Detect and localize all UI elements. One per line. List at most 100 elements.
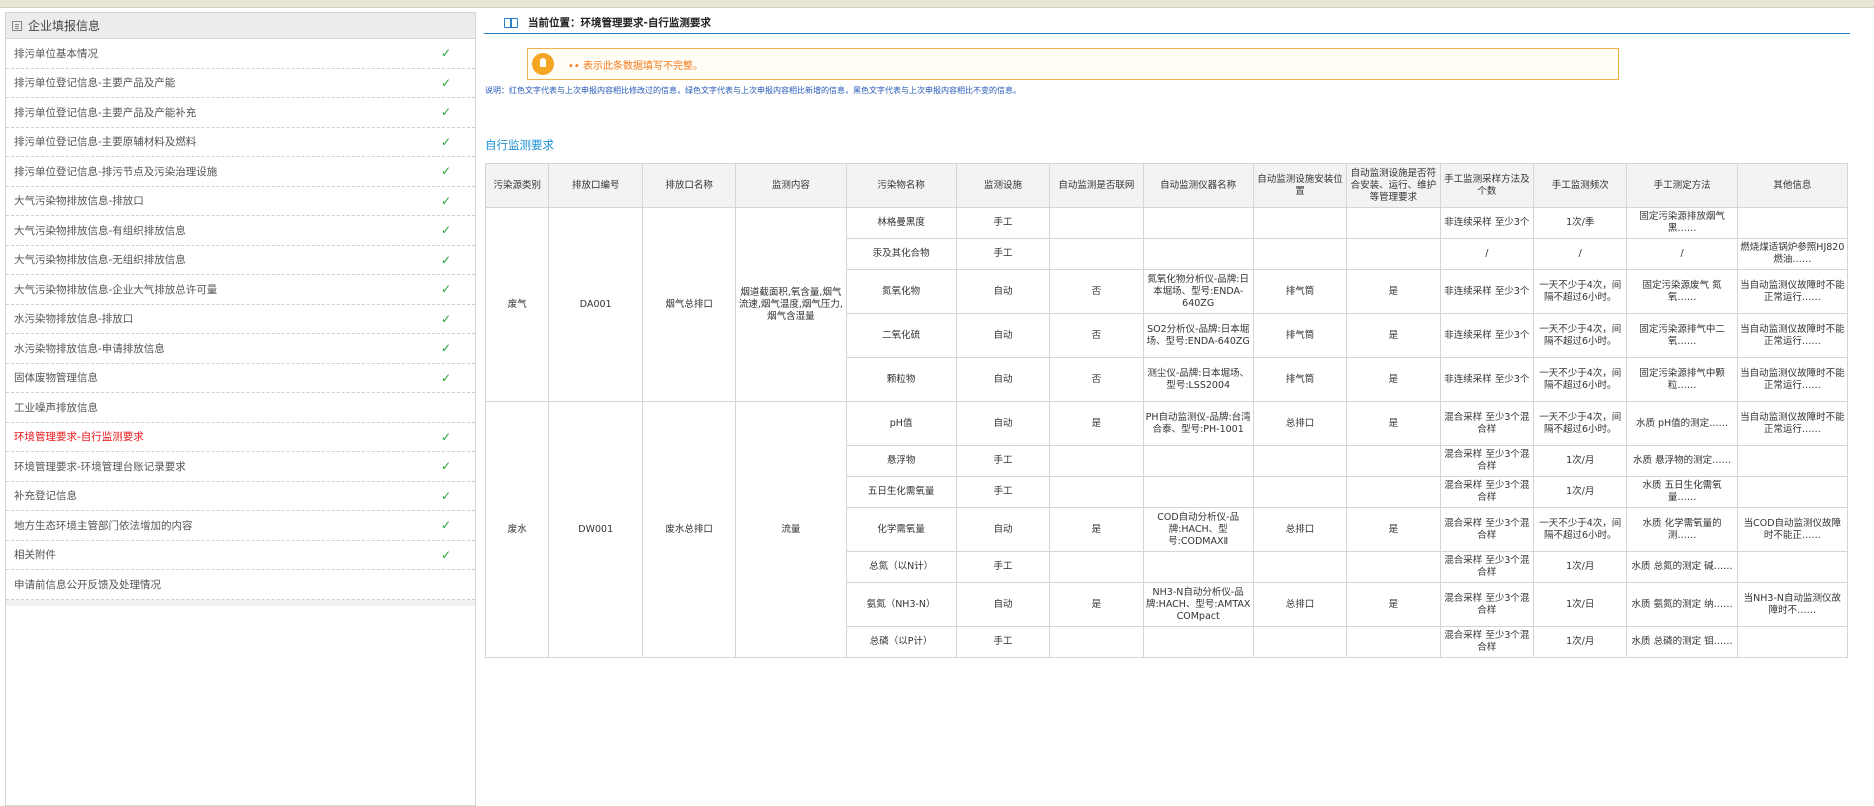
- table-cell: 手工: [955, 238, 1051, 270]
- table-cell: 水质 悬浮物的测定……: [1626, 445, 1738, 477]
- sidebar-item[interactable]: 地方生态环境主管部门依法增加的内容 ✓: [6, 511, 475, 541]
- sidebar-item[interactable]: 工业噪声排放信息: [6, 393, 475, 423]
- sidebar-item-label: 申请前信息公开反馈及处理情况: [14, 578, 161, 591]
- sidebar-item[interactable]: 排污单位登记信息-主要产品及产能 ✓: [6, 69, 475, 98]
- sidebar-item-label: 大气污染物排放信息-排放口: [14, 195, 144, 208]
- column-header: 监测内容: [735, 163, 847, 208]
- sidebar-item[interactable]: 水污染物排放信息-排放口 ✓: [6, 305, 475, 334]
- book-icon: [504, 17, 518, 28]
- sidebar-item-label: 排污单位登记信息-主要产品及产能补充: [14, 106, 197, 119]
- table-cell: 自动: [955, 401, 1051, 446]
- table-cell: [1346, 476, 1441, 508]
- group-outlet-name: 烟气总排口: [641, 207, 737, 402]
- check-icon: ✓: [440, 134, 451, 149]
- table-cell: 是: [1049, 507, 1144, 552]
- column-header: 其他信息: [1736, 163, 1849, 208]
- table-cell: 当自动监测仪故障时不能正常运行……: [1736, 269, 1849, 314]
- table-cell: 林格曼黑度: [845, 207, 957, 239]
- table-cell: [1736, 207, 1849, 239]
- sidebar-item-label: 水污染物排放信息-申请排放信息: [14, 342, 165, 355]
- table-cell: 固定污染源废气 氮氧……: [1626, 269, 1738, 314]
- table-cell: /: [1439, 238, 1535, 270]
- sidebar-item[interactable]: 大气污染物排放信息-企业大气排放总许可量 ✓: [6, 275, 475, 305]
- sidebar-item[interactable]: 大气污染物排放信息-排放口 ✓: [6, 187, 475, 216]
- table-cell: 非连续采样 至少3个: [1439, 357, 1535, 402]
- sidebar-item[interactable]: 环境管理要求-环境管理台账记录要求 ✓: [6, 452, 475, 482]
- table-cell: 手工: [955, 476, 1051, 508]
- check-icon: ✓: [440, 311, 451, 326]
- table-cell: 混合采样 至少3个混合样: [1439, 445, 1535, 477]
- table-cell: 是: [1346, 313, 1441, 358]
- sidebar-item[interactable]: 大气污染物排放信息-无组织排放信息 ✓: [6, 246, 475, 275]
- table-cell: 总排口: [1252, 582, 1348, 627]
- check-icon: ✓: [440, 46, 451, 61]
- sidebar-item[interactable]: 环境管理要求-自行监测要求 ✓: [6, 423, 475, 452]
- check-icon: ✓: [440, 547, 451, 562]
- column-header: 手工监测频次: [1533, 163, 1628, 208]
- column-header: 排放口名称: [641, 163, 737, 208]
- sidebar-item-label: 地方生态环境主管部门依法增加的内容: [14, 519, 193, 532]
- monitoring-table: 污染源类别 排放口编号 排放口名称 监测内容 污染物名称 监测设施 自动监测是否联网 自动监测…: [484, 163, 1849, 658]
- table-cell: 排气筒: [1252, 313, 1348, 358]
- table-cell: 氨氮（NH3-N）: [845, 582, 957, 627]
- table-cell: 水质 pH值的测定……: [1626, 401, 1738, 446]
- check-icon: ✓: [440, 518, 451, 533]
- sidebar-item-label: 大气污染物排放信息-无组织排放信息: [14, 254, 186, 267]
- table-cell: 一天不少于4次，间隔不超过6小时。: [1533, 313, 1628, 358]
- sidebar-item[interactable]: 水污染物排放信息-申请排放信息 ✓: [6, 334, 475, 364]
- column-header: 自动监测设施安装位置: [1252, 163, 1348, 208]
- sidebar-item[interactable]: 申请前信息公开反馈及处理情况: [6, 570, 475, 600]
- table-cell: 自动: [955, 582, 1051, 627]
- section-title: 自行监测要求: [485, 138, 554, 152]
- check-icon: ✓: [440, 252, 451, 267]
- group-outlet-code: DA001: [548, 207, 643, 402]
- table-cell: 当COD自动监测仪故障时不能正……: [1736, 507, 1849, 552]
- group-category: 废水: [484, 401, 550, 658]
- sidebar-item[interactable]: 排污单位登记信息-主要原辅材料及燃料 ✓: [6, 128, 475, 157]
- table-cell: [1049, 207, 1144, 239]
- column-header: 手工测定方法: [1626, 163, 1738, 208]
- column-header: 监测设施: [955, 163, 1051, 208]
- table-cell: 当自动监测仪故障时不能正常运行……: [1736, 401, 1849, 446]
- check-icon: ✓: [440, 75, 451, 90]
- table-cell: [1252, 551, 1348, 583]
- table-cell: 否: [1049, 357, 1144, 402]
- table-cell: 固定污染源排气中颗粒……: [1626, 357, 1738, 402]
- sidebar-item-label: 环境管理要求-环境管理台账记录要求: [14, 460, 186, 473]
- sidebar-item[interactable]: 大气污染物排放信息-有组织排放信息 ✓: [6, 216, 475, 246]
- table-cell: [1252, 476, 1348, 508]
- check-icon: ✓: [440, 488, 451, 503]
- sidebar-item[interactable]: 排污单位登记信息-排污节点及污染治理设施 ✓: [6, 157, 475, 187]
- sidebar-item[interactable]: 排污单位基本情况 ✓: [6, 39, 475, 69]
- breadcrumb: 当前位置：环境管理要求-自行监测要求: [484, 12, 1850, 34]
- check-icon: ✓: [440, 459, 451, 474]
- table-cell: 自动: [955, 313, 1051, 358]
- table-cell: 水质 总氮的测定 碱……: [1626, 551, 1738, 583]
- sidebar-item-label: 大气污染物排放信息-企业大气排放总许可量: [14, 283, 218, 296]
- table-cell: [1142, 626, 1254, 658]
- column-header: 污染源类别: [484, 163, 550, 208]
- table-cell: 是: [1049, 582, 1144, 627]
- table-cell: 颗粒物: [845, 357, 957, 402]
- table-cell: 否: [1049, 269, 1144, 314]
- column-header: 自动监测是否联网: [1049, 163, 1144, 208]
- sidebar-item-label: 补充登记信息: [14, 490, 77, 503]
- sidebar-item[interactable]: 固体废物管理信息 ✓: [6, 364, 475, 393]
- table-cell: 是: [1346, 582, 1441, 627]
- table-cell: [1346, 207, 1441, 239]
- sidebar-item-label: 排污单位登记信息-主要原辅材料及燃料: [14, 136, 197, 149]
- sidebar-item[interactable]: 补充登记信息 ✓: [6, 482, 475, 511]
- table-cell: 当自动监测仪故障时不能正常运行……: [1736, 313, 1849, 358]
- table-cell: 五日生化需氧量: [845, 476, 957, 508]
- table-cell: NH3-N自动分析仪-品牌:HACH、型号:AMTAX COMpact: [1142, 582, 1254, 627]
- sidebar-item[interactable]: 排污单位登记信息-主要产品及产能补充 ✓: [6, 98, 475, 128]
- sidebar-item-label: 排污单位登记信息-主要产品及产能: [14, 77, 176, 90]
- table-cell: [1049, 445, 1144, 477]
- table-cell: 一天不少于4次，间隔不超过6小时。: [1533, 269, 1628, 314]
- sidebar-item[interactable]: 相关附件 ✓: [6, 541, 475, 570]
- sidebar-title: 企业填报信息: [28, 19, 101, 33]
- table-cell: 非连续采样 至少3个: [1439, 207, 1535, 239]
- table-cell: 1次/月: [1533, 626, 1628, 658]
- table-cell: 混合采样 至少3个混合样: [1439, 401, 1535, 446]
- table-cell: /: [1533, 238, 1628, 270]
